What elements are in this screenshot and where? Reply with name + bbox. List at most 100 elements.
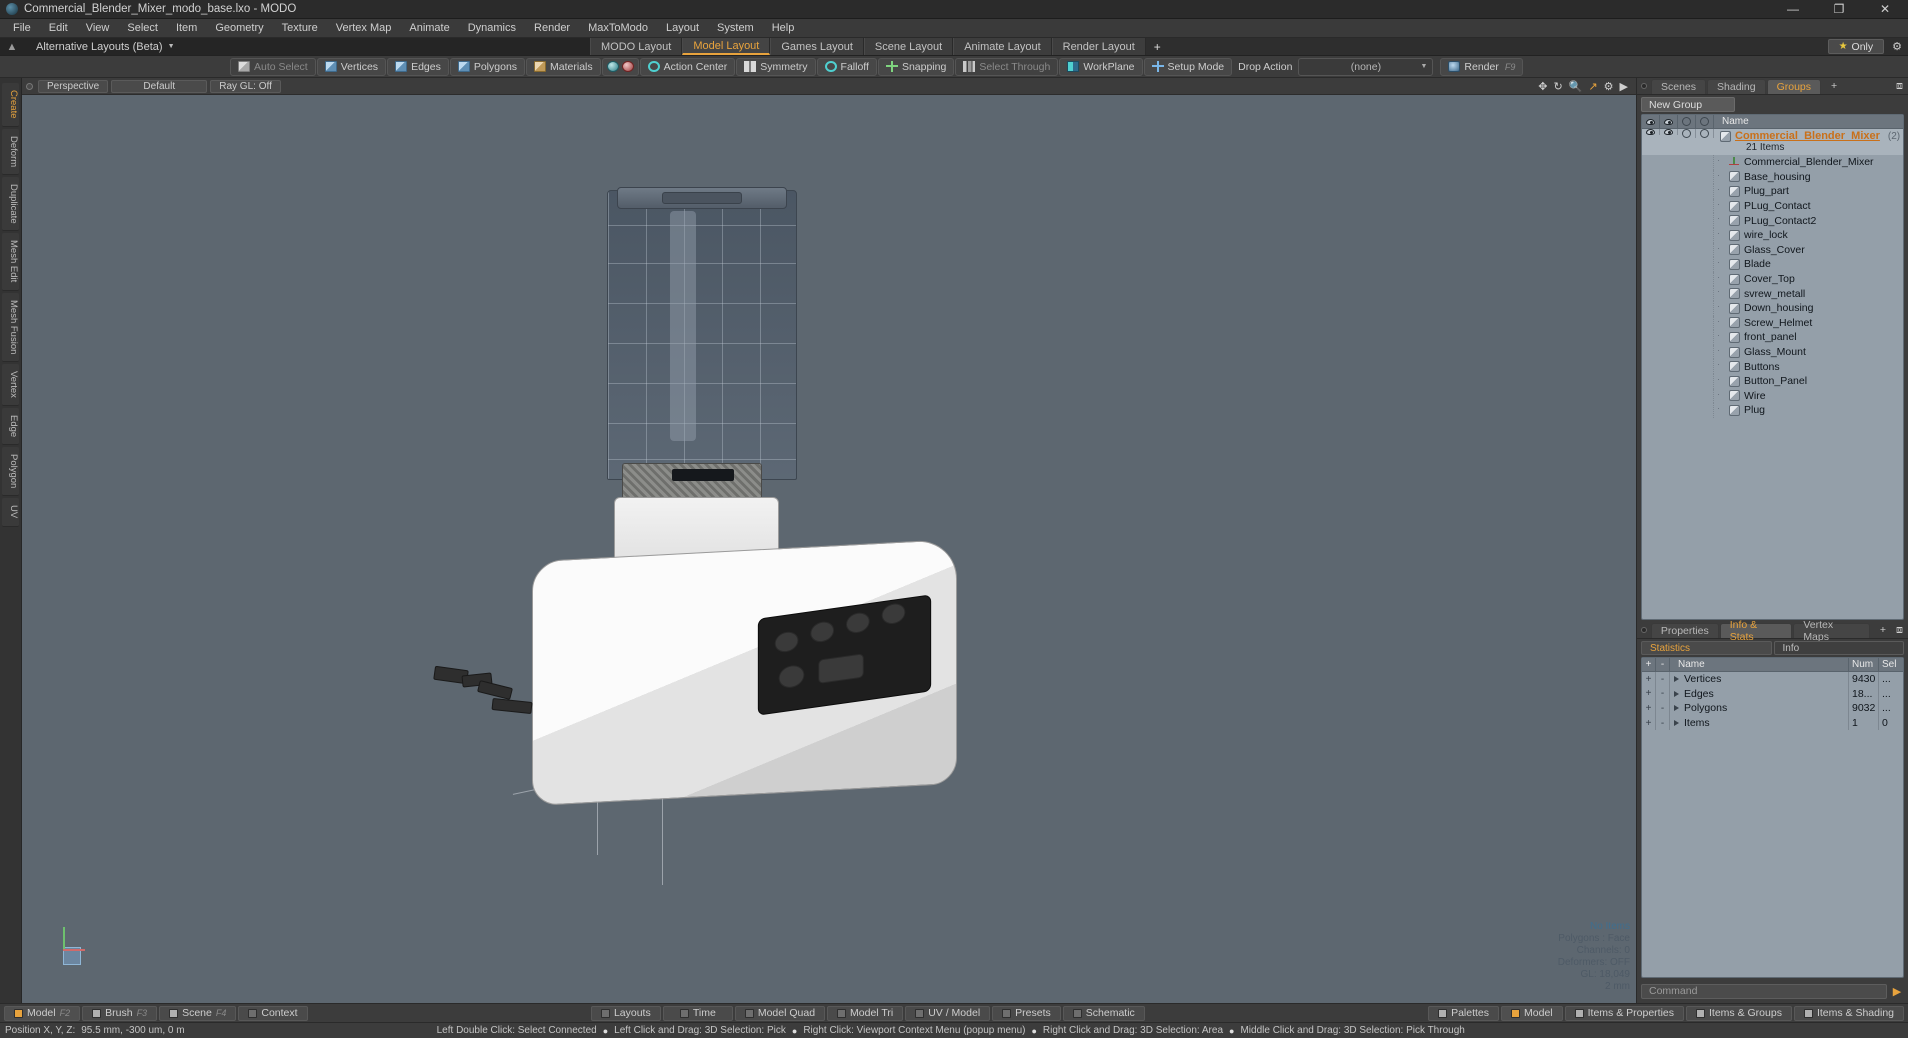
- menu-geometry[interactable]: Geometry: [206, 19, 272, 38]
- new-group-button[interactable]: New Group: [1641, 97, 1735, 112]
- expand-arrow-icon[interactable]: [1674, 690, 1679, 697]
- vtab-deform[interactable]: Deform: [2, 128, 19, 175]
- add-row-button[interactable]: +: [1642, 715, 1656, 731]
- menu-system[interactable]: System: [708, 19, 763, 38]
- fit-icon[interactable]: ↗: [1588, 80, 1597, 93]
- menu-view[interactable]: View: [77, 19, 119, 38]
- menu-help[interactable]: Help: [763, 19, 804, 38]
- list-item[interactable]: · PLug_Contact2: [1642, 213, 1903, 228]
- move-icon[interactable]: ✥: [1538, 80, 1547, 93]
- list-item[interactable]: · Commercial_Blender_Mixer: [1642, 155, 1903, 170]
- group-row[interactable]: Commercial_Blender_Mixer (2) 21 Items: [1642, 129, 1903, 155]
- tab-scene-layout[interactable]: Scene Layout: [863, 38, 954, 55]
- menu-item[interactable]: Item: [167, 19, 206, 38]
- add-stats-tab-button[interactable]: +: [1871, 623, 1895, 638]
- alternative-layouts-dropdown[interactable]: ▲ Alternative Layouts (Beta) ▼: [0, 38, 590, 55]
- maximize-button[interactable]: ❐: [1816, 0, 1862, 19]
- select-through-button[interactable]: Select Through: [955, 57, 1059, 76]
- selection-mode-group[interactable]: [601, 57, 639, 76]
- group-item-list[interactable]: Name Commercial_Blender_Mixer (2) 21 Ite: [1641, 114, 1904, 620]
- add-row-button[interactable]: +: [1642, 701, 1656, 716]
- list-item[interactable]: · Button_Panel: [1642, 373, 1903, 389]
- list-item[interactable]: · Wire: [1642, 388, 1903, 404]
- action-center-button[interactable]: Action Center: [639, 57, 736, 76]
- command-input[interactable]: Command: [1641, 983, 1887, 999]
- add-row-button[interactable]: +: [1642, 686, 1656, 702]
- list-item[interactable]: · Cover_Top: [1642, 271, 1903, 287]
- panel-menu-dot[interactable]: [1641, 83, 1647, 89]
- close-button[interactable]: ✕: [1862, 0, 1908, 19]
- workplane-button[interactable]: WorkPlane: [1059, 57, 1143, 76]
- expand-arrow-icon[interactable]: [1674, 705, 1679, 712]
- tab-groups[interactable]: Groups: [1766, 78, 1822, 94]
- list-item[interactable]: · Screw_Helmet: [1642, 315, 1903, 331]
- table-row[interactable]: + - Vertices 9430 ...: [1642, 672, 1903, 687]
- tab-model-layout[interactable]: Model Layout: [682, 38, 771, 55]
- layouts-button[interactable]: Layouts: [590, 1005, 661, 1021]
- list-item[interactable]: · Plug_part: [1642, 184, 1903, 199]
- presets-button[interactable]: Presets: [992, 1005, 1061, 1021]
- list-item[interactable]: · Glass_Mount: [1642, 344, 1903, 360]
- group-select-toggle[interactable]: [1696, 129, 1714, 138]
- zoom-icon[interactable]: 🔍: [1569, 80, 1583, 93]
- gear-icon[interactable]: ⚙: [1886, 38, 1908, 55]
- menu-animate[interactable]: Animate: [400, 19, 458, 38]
- viewport-perspective-select[interactable]: Perspective: [38, 79, 109, 93]
- viewport-canvas[interactable]: No Items Polygons : Face Channels: 0 Def…: [22, 95, 1636, 1003]
- expand-panel-icon[interactable]: ⧈: [1896, 80, 1908, 93]
- list-item[interactable]: · PLug_Contact: [1642, 198, 1903, 214]
- menu-vertex-map[interactable]: Vertex Map: [327, 19, 401, 38]
- list-item[interactable]: · Down_housing: [1642, 300, 1903, 316]
- tab-animate-layout[interactable]: Animate Layout: [953, 38, 1052, 55]
- drop-action-select[interactable]: (none) ▼: [1298, 57, 1434, 76]
- rotate-icon[interactable]: ↻: [1554, 80, 1563, 93]
- remove-row-button[interactable]: -: [1656, 715, 1670, 731]
- command-run-icon[interactable]: ▶: [1890, 985, 1904, 998]
- tab-render-layout[interactable]: Render Layout: [1051, 38, 1146, 55]
- remove-row-button[interactable]: -: [1656, 672, 1670, 687]
- tab-modo-layout[interactable]: MODO Layout: [590, 38, 683, 55]
- schematic-button[interactable]: Schematic: [1062, 1005, 1145, 1021]
- minimize-button[interactable]: —: [1770, 0, 1816, 19]
- symmetry-button[interactable]: Symmetry: [736, 57, 816, 76]
- table-row[interactable]: + - Polygons 9032 ...: [1642, 701, 1903, 716]
- edges-button[interactable]: Edges: [387, 57, 449, 76]
- menu-file[interactable]: File: [4, 19, 40, 38]
- gear-icon[interactable]: ⚙: [1604, 80, 1614, 93]
- mode-context-button[interactable]: Context: [238, 1005, 308, 1021]
- items-shading-button[interactable]: Items & Shading: [1793, 1005, 1904, 1021]
- items-groups-button[interactable]: Items & Groups: [1686, 1005, 1792, 1021]
- tab-vertex-maps[interactable]: Vertex Maps: [1793, 619, 1870, 643]
- menu-dynamics[interactable]: Dynamics: [459, 19, 525, 38]
- expand-panel-icon[interactable]: ⧈: [1896, 624, 1908, 637]
- vtab-edge[interactable]: Edge: [2, 407, 19, 446]
- tab-properties[interactable]: Properties: [1650, 622, 1719, 638]
- info-button[interactable]: Info: [1773, 641, 1904, 655]
- add-panel-tab-button[interactable]: +: [1822, 79, 1846, 94]
- add-layout-tab-button[interactable]: +: [1145, 38, 1169, 55]
- menu-maxtomodo[interactable]: MaxToModo: [579, 19, 657, 38]
- vtab-vertex[interactable]: Vertex: [2, 363, 19, 406]
- tab-info-stats[interactable]: Info & Stats: [1719, 619, 1793, 643]
- statistics-table[interactable]: + - Name Num Sel + - Vertices 9430 ... +…: [1641, 657, 1904, 978]
- list-item[interactable]: · Blade: [1642, 257, 1903, 272]
- remove-row-button[interactable]: -: [1656, 701, 1670, 716]
- materials-button[interactable]: Materials: [526, 57, 601, 76]
- group-render-toggle[interactable]: [1660, 129, 1678, 135]
- group-visibility-toggle[interactable]: [1642, 129, 1660, 135]
- snapping-button[interactable]: Snapping: [877, 57, 955, 76]
- tab-games-layout[interactable]: Games Layout: [770, 38, 864, 55]
- mode-scene-button[interactable]: Scene F4: [159, 1005, 237, 1021]
- expand-arrow-icon[interactable]: [1674, 676, 1679, 683]
- expand-arrow-icon[interactable]: [1674, 720, 1679, 727]
- viewport-style-select[interactable]: Default: [111, 79, 208, 93]
- menu-layout[interactable]: Layout: [657, 19, 708, 38]
- only-toggle-button[interactable]: ★ Only: [1827, 39, 1885, 54]
- panel-menu-dot[interactable]: [1641, 627, 1647, 633]
- menu-render[interactable]: Render: [525, 19, 579, 38]
- model-tri-button[interactable]: Model Tri: [827, 1005, 904, 1021]
- vtab-duplicate[interactable]: Duplicate: [2, 176, 19, 232]
- vtab-polygon[interactable]: Polygon: [2, 447, 19, 497]
- model-palette-button[interactable]: Model: [1501, 1005, 1563, 1021]
- auto-select-button[interactable]: Auto Select: [230, 57, 316, 76]
